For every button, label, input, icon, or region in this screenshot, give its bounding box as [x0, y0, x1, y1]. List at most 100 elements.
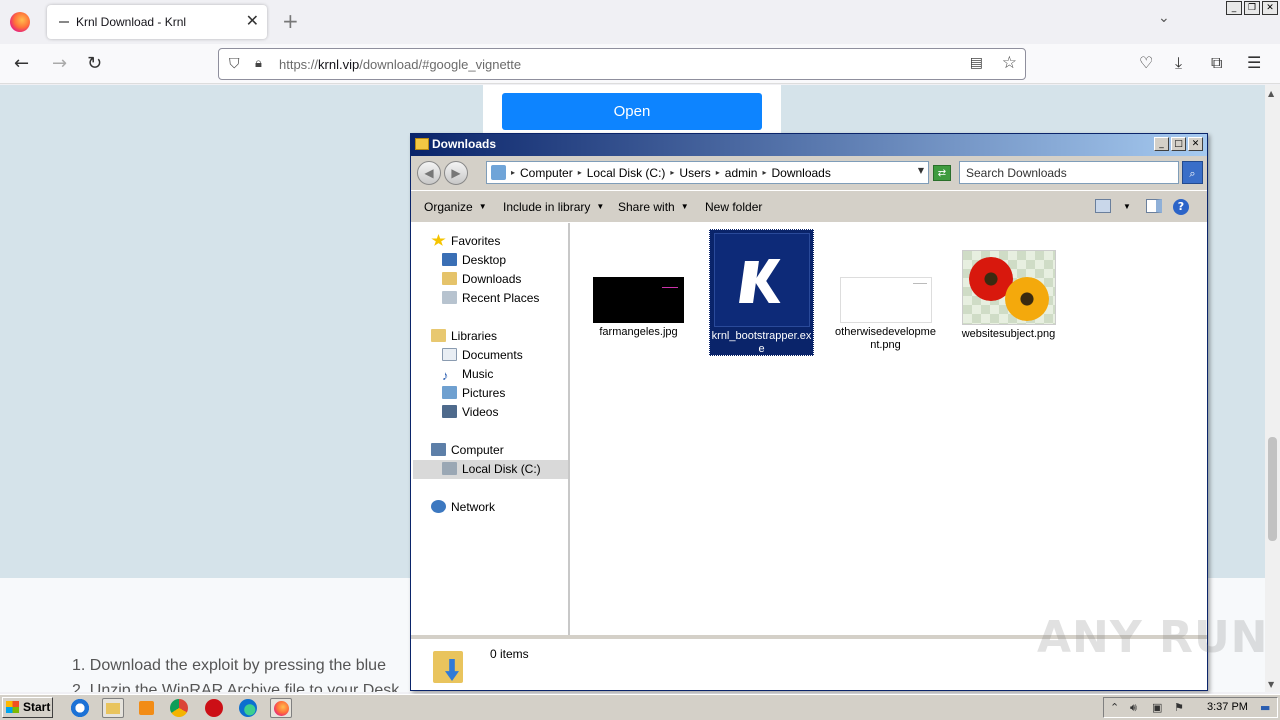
- breadcrumb-downloads[interactable]: Downloads: [771, 166, 830, 180]
- search-input[interactable]: Search Downloads: [959, 161, 1179, 184]
- nav-libraries[interactable]: Libraries: [431, 327, 497, 346]
- share-with-button[interactable]: Share with ▼: [618, 200, 689, 214]
- start-button[interactable]: Start: [2, 697, 53, 718]
- file-name: websitesubject.png: [961, 328, 1056, 340]
- network-tray-icon[interactable]: ▣: [1152, 701, 1162, 714]
- media-player-icon[interactable]: [136, 698, 158, 718]
- tab-close-icon[interactable]: ✕: [246, 12, 259, 30]
- videos-icon: [442, 405, 457, 418]
- breadcrumb-admin[interactable]: admin: [725, 166, 758, 180]
- file-item-selected[interactable]: krnl_bootstrapper.exe: [709, 229, 814, 356]
- explorer-title: Downloads: [432, 137, 497, 151]
- change-view-icon[interactable]: [1095, 199, 1111, 213]
- menu-icon[interactable]: ☰: [1247, 53, 1261, 73]
- bookmark-star-icon[interactable]: ☆: [1002, 53, 1017, 73]
- internet-explorer-icon[interactable]: [69, 698, 91, 718]
- reader-view-icon[interactable]: ▤: [970, 55, 983, 71]
- tracking-shield-icon[interactable]: ⛉: [229, 56, 240, 72]
- open-button[interactable]: Open: [502, 93, 762, 130]
- tab-favicon-icon: [59, 21, 69, 23]
- nav-music[interactable]: ♪ Music: [442, 365, 493, 384]
- libraries-icon: [431, 329, 446, 342]
- organize-button[interactable]: Organize ▼: [424, 200, 487, 214]
- minimize-icon[interactable]: _: [1226, 1, 1242, 15]
- search-icon[interactable]: ⌕: [1182, 161, 1203, 184]
- desktop-icon: [442, 253, 457, 266]
- show-desktop-icon[interactable]: ▬: [1260, 701, 1270, 714]
- explorer-close-icon[interactable]: ✕: [1188, 137, 1203, 151]
- include-in-library-label: Include in library: [503, 200, 591, 214]
- edge-icon[interactable]: [239, 699, 257, 717]
- nav-network[interactable]: Network: [431, 498, 495, 517]
- explorer-title-bar[interactable]: Downloads _ □ ✕: [411, 134, 1207, 156]
- url-prefix: https://: [279, 57, 319, 72]
- page-scrollbar[interactable]: ▲ ▼: [1265, 85, 1280, 692]
- browser-nav-bar: ← → ↻ ⛉ 🔒︎ https://krnl.vip/download/#go…: [0, 44, 1280, 84]
- explorer-forward-button[interactable]: ▶: [444, 161, 468, 185]
- include-in-library-button[interactable]: Include in library ▼: [503, 200, 604, 214]
- address-dropdown-icon[interactable]: ▼: [918, 166, 924, 175]
- browser-tab-active[interactable]: Krnl Download - Krnl ✕: [47, 5, 267, 39]
- help-icon[interactable]: ?: [1173, 199, 1189, 215]
- address-bar[interactable]: ▸ Computer ▸ Local Disk (C:) ▸ Users ▸ a…: [486, 161, 929, 184]
- nav-documents[interactable]: Documents: [442, 346, 523, 365]
- krnl-logo-icon: [713, 233, 810, 327]
- lock-icon[interactable]: 🔒︎: [255, 56, 262, 71]
- view-dropdown-icon[interactable]: ▼: [1123, 202, 1131, 211]
- close-window-icon[interactable]: ✕: [1262, 1, 1278, 15]
- volume-icon[interactable]: 🔊︎: [1130, 701, 1137, 715]
- nav-music-label: Music: [462, 367, 494, 381]
- nav-network-label: Network: [451, 500, 496, 514]
- explorer-minimize-icon[interactable]: _: [1154, 137, 1169, 151]
- list-all-tabs-icon[interactable]: ⌄: [1158, 10, 1170, 26]
- nav-videos[interactable]: Videos: [442, 403, 498, 422]
- recent-places-icon: [442, 291, 457, 304]
- forward-icon[interactable]: →: [52, 53, 67, 75]
- pictures-icon: [442, 386, 457, 399]
- explorer-maximize-icon[interactable]: □: [1171, 137, 1186, 151]
- nav-recent-places[interactable]: Recent Places: [442, 289, 539, 308]
- nav-downloads[interactable]: Downloads: [442, 270, 521, 289]
- nav-pictures[interactable]: Pictures: [442, 384, 505, 403]
- reload-icon[interactable]: ↻: [87, 53, 102, 75]
- drive-icon: [442, 462, 457, 475]
- nav-local-disk[interactable]: Local Disk (C:): [413, 460, 568, 479]
- scroll-down-icon[interactable]: ▼: [1268, 680, 1274, 689]
- nav-desktop[interactable]: Desktop: [442, 251, 506, 270]
- file-item[interactable]: otherwisedevelopment.png: [833, 277, 938, 352]
- nav-computer[interactable]: Computer: [431, 441, 504, 460]
- anyrun-watermark: ANY RUN: [1037, 612, 1269, 663]
- extensions-icon[interactable]: ⧉: [1211, 53, 1222, 73]
- clock[interactable]: 3:37 PM: [1207, 701, 1248, 713]
- restore-icon[interactable]: ❐: [1244, 1, 1260, 15]
- scroll-up-icon[interactable]: ▲: [1268, 89, 1274, 98]
- explorer-taskbar-icon[interactable]: [102, 698, 124, 718]
- nav-favorites[interactable]: Favorites: [431, 232, 500, 251]
- preview-pane-icon[interactable]: [1146, 199, 1162, 213]
- new-folder-button[interactable]: New folder: [705, 200, 762, 214]
- chrome-icon[interactable]: [170, 699, 188, 717]
- file-item[interactable]: farmangeles.jpg: [586, 277, 691, 339]
- image-thumbnail: [839, 277, 932, 323]
- scrollbar-thumb[interactable]: [1268, 437, 1277, 541]
- firefox-taskbar-icon[interactable]: [270, 698, 292, 718]
- refresh-icon[interactable]: ⇄: [933, 165, 951, 181]
- downloads-icon[interactable]: ⤓: [1175, 53, 1182, 73]
- back-icon[interactable]: ←: [14, 53, 29, 75]
- item-count: 0 items: [490, 647, 529, 661]
- nav-local-disk-label: Local Disk (C:): [462, 462, 541, 476]
- url-text[interactable]: https://krnl.vip/download/#google_vignet…: [279, 57, 521, 72]
- new-tab-icon[interactable]: +: [282, 10, 299, 32]
- url-bar[interactable]: ⛉ 🔒︎ https://krnl.vip/download/#google_v…: [218, 48, 1026, 80]
- file-item[interactable]: websitesubject.png: [956, 250, 1061, 341]
- opera-icon[interactable]: [205, 699, 223, 717]
- breadcrumb-users[interactable]: Users: [679, 166, 710, 180]
- breadcrumb-local-disk[interactable]: Local Disk (C:): [587, 166, 666, 180]
- windows-flag-icon: [6, 701, 19, 713]
- tray-expand-icon[interactable]: ⌃: [1110, 701, 1119, 714]
- breadcrumb-computer[interactable]: Computer: [520, 166, 573, 180]
- action-center-flag-icon[interactable]: ⚑: [1174, 701, 1184, 714]
- logo-arm: [754, 259, 781, 303]
- explorer-back-button[interactable]: ◀: [417, 161, 441, 185]
- pocket-icon[interactable]: ♡: [1139, 53, 1153, 73]
